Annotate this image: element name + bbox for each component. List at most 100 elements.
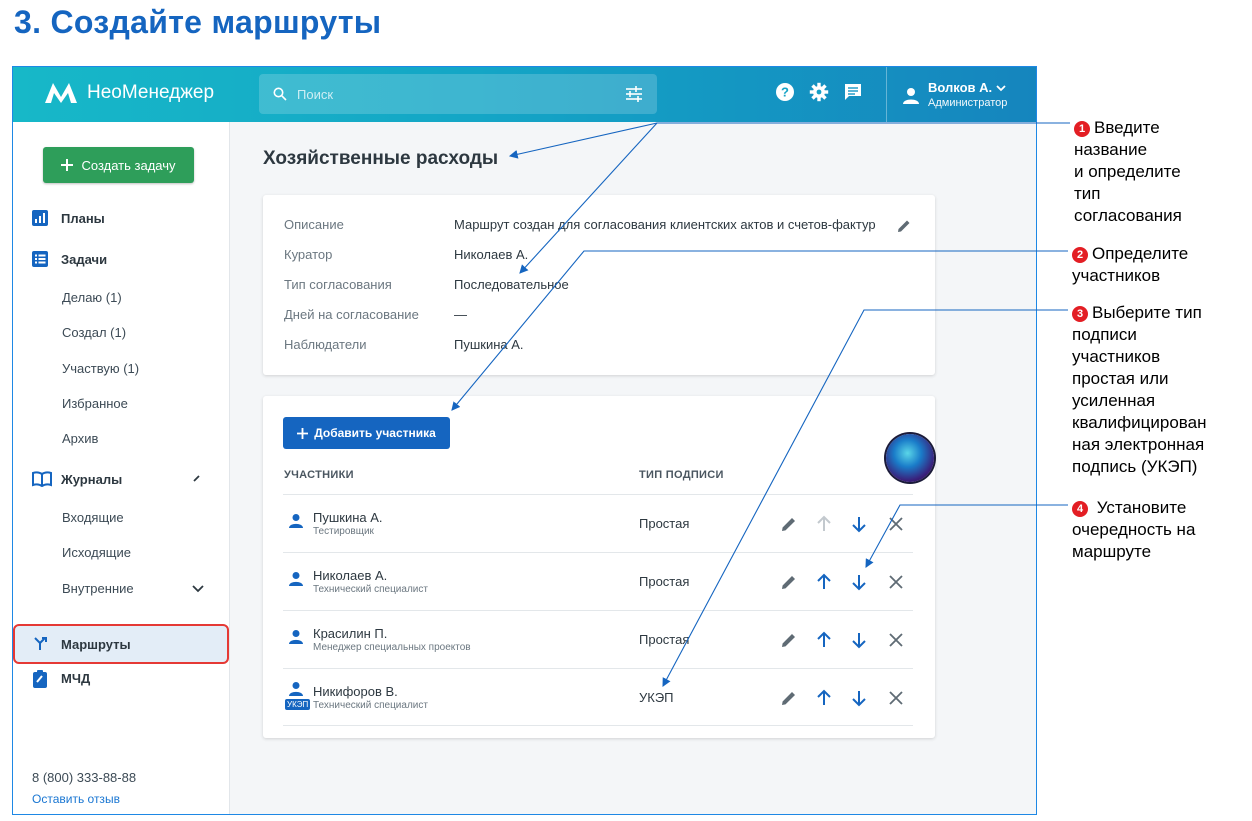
create-task-label: Создать задачу xyxy=(81,157,176,173)
chart-icon xyxy=(32,210,48,226)
create-task-button[interactable]: Создать задачу xyxy=(43,147,194,183)
list-icon xyxy=(32,251,48,267)
participant-role: Менеджер специальных проектов xyxy=(313,642,471,653)
person-icon xyxy=(289,572,303,586)
edit-icon[interactable] xyxy=(780,631,798,649)
signature-type[interactable]: Простая xyxy=(639,574,689,589)
arrow-down-icon[interactable] xyxy=(850,689,868,707)
top-bar: НеоМенеджер Поиск ? Волков А. Администра… xyxy=(13,67,1036,122)
field-approval-type: Тип согласования Последовательное xyxy=(284,277,569,292)
plus-icon xyxy=(297,427,309,439)
svg-text:?: ? xyxy=(781,85,789,100)
annotation-number: 3 xyxy=(1072,306,1088,322)
user-menu[interactable]: Волков А. Администратор xyxy=(903,80,1007,109)
field-label: Дней на согласование xyxy=(284,307,419,322)
chevron-down-icon[interactable] xyxy=(192,585,204,593)
annotation-number: 2 xyxy=(1072,247,1088,263)
support-phone: 8 (800) 333-88-88 xyxy=(32,770,137,785)
signature-type[interactable]: УКЭП xyxy=(639,690,674,705)
chat-icon[interactable] xyxy=(843,82,863,102)
sidebar-subitem-outgoing[interactable]: Исходящие xyxy=(62,545,131,560)
field-label: Тип согласования xyxy=(284,277,392,292)
close-icon[interactable] xyxy=(887,573,905,591)
person-icon xyxy=(289,514,303,528)
sidebar-item-label: Планы xyxy=(61,210,105,226)
edit-icon[interactable] xyxy=(780,573,798,591)
participant-row[interactable]: Пушкина А. Тестировщик Простая xyxy=(283,494,913,552)
user-icon xyxy=(903,88,919,104)
annotation-number: 1 xyxy=(1074,121,1090,137)
sidebar-subitem-internal[interactable]: Внутренние xyxy=(62,581,204,596)
arrow-up-icon[interactable] xyxy=(815,515,833,533)
field-days: Дней на согласование — xyxy=(284,307,467,322)
participant-row[interactable]: УКЭП Никифоров В. Технический специалист… xyxy=(283,668,913,726)
field-value: Николаев А. xyxy=(454,247,529,262)
filter-icon[interactable] xyxy=(625,86,643,102)
arrow-down-icon[interactable] xyxy=(850,515,868,533)
person-icon xyxy=(289,682,303,696)
assistant-avatar[interactable] xyxy=(886,434,934,482)
route-title[interactable]: Хозяйственные расходы xyxy=(263,148,498,170)
sidebar-subitem-created[interactable]: Создал (1) xyxy=(62,325,126,340)
field-observers: Наблюдатели Пушкина А. xyxy=(284,337,524,352)
annotation-text: Выберите тип подписи участников простая … xyxy=(1072,303,1207,476)
sidebar-item-label: Маршруты xyxy=(61,636,131,652)
participant-role: Технический специалист xyxy=(313,700,428,711)
arrow-up-icon[interactable] xyxy=(815,631,833,649)
app-logo[interactable]: НеоМенеджер xyxy=(43,81,214,105)
sidebar-subitem-label: Внутренние xyxy=(62,581,134,596)
sidebar-item-tasks[interactable]: Задачи xyxy=(32,251,202,267)
sidebar-item-journals[interactable]: Журналы xyxy=(32,471,202,488)
sidebar-subitem-participating[interactable]: Участвую (1) xyxy=(62,361,139,376)
chevron-down-icon xyxy=(996,85,1006,92)
close-icon[interactable] xyxy=(887,689,905,707)
annotation-text: Определите участников xyxy=(1072,244,1189,285)
arrow-down-icon[interactable] xyxy=(850,631,868,649)
help-icon[interactable]: ? xyxy=(775,82,795,102)
arrow-down-icon[interactable] xyxy=(850,573,868,591)
annotation-3: 3 Выберите тип подписи участников простая… xyxy=(1072,302,1206,478)
participant-role: Технический специалист xyxy=(313,584,428,595)
book-icon xyxy=(32,471,52,488)
sidebar-item-label: Журналы xyxy=(61,471,123,487)
close-icon[interactable] xyxy=(887,515,905,533)
sidebar-subitem-archive[interactable]: Архив xyxy=(62,431,98,446)
signature-type[interactable]: Простая xyxy=(639,516,689,531)
person-icon xyxy=(289,630,303,644)
column-header-signature: ТИП ПОДПИСИ xyxy=(639,469,724,481)
app-window: НеоМенеджер Поиск ? Волков А. Администра… xyxy=(12,66,1037,815)
sidebar-item-label: Задачи xyxy=(61,251,108,267)
participant-row[interactable]: Николаев А. Технический специалист Прост… xyxy=(283,552,913,610)
annotation-number: 4 xyxy=(1072,501,1088,517)
sidebar-subitem-incoming[interactable]: Входящие xyxy=(62,510,124,525)
ukep-badge: УКЭП xyxy=(285,699,311,710)
close-icon[interactable] xyxy=(887,631,905,649)
sidebar-item-label: МЧД xyxy=(61,670,91,686)
participant-name: Никифоров В. xyxy=(313,684,398,699)
arrow-up-icon[interactable] xyxy=(815,689,833,707)
user-name: Волков А. xyxy=(928,80,993,95)
arrow-up-icon[interactable] xyxy=(815,573,833,591)
gear-icon[interactable] xyxy=(809,82,829,102)
participant-role: Тестировщик xyxy=(313,526,374,537)
participant-name: Красилин П. xyxy=(313,626,388,641)
plus-icon xyxy=(61,159,74,171)
search-placeholder: Поиск xyxy=(297,86,334,102)
sidebar-subitem-doing[interactable]: Делаю (1) xyxy=(62,290,122,305)
annotation-text: Установите очередность на маршруте xyxy=(1072,498,1196,561)
edit-icon[interactable] xyxy=(896,218,912,234)
feedback-link[interactable]: Оставить отзыв xyxy=(32,792,120,806)
sidebar-item-plans[interactable]: Планы xyxy=(32,210,202,226)
field-label: Наблюдатели xyxy=(284,337,367,352)
collapse-toggle-icon[interactable] xyxy=(192,474,202,484)
sidebar-item-routes[interactable]: Маршруты xyxy=(13,624,229,664)
add-participant-button[interactable]: Добавить участника xyxy=(283,417,450,449)
search-input[interactable]: Поиск xyxy=(259,74,657,114)
participant-row[interactable]: Красилин П. Менеджер специальных проекто… xyxy=(283,610,913,668)
edit-icon[interactable] xyxy=(780,515,798,533)
signature-type[interactable]: Простая xyxy=(639,632,689,647)
clipboard-icon xyxy=(32,670,48,688)
sidebar-item-mchd[interactable]: МЧД xyxy=(32,670,202,688)
edit-icon[interactable] xyxy=(780,689,798,707)
sidebar-subitem-favorites[interactable]: Избранное xyxy=(62,396,128,411)
